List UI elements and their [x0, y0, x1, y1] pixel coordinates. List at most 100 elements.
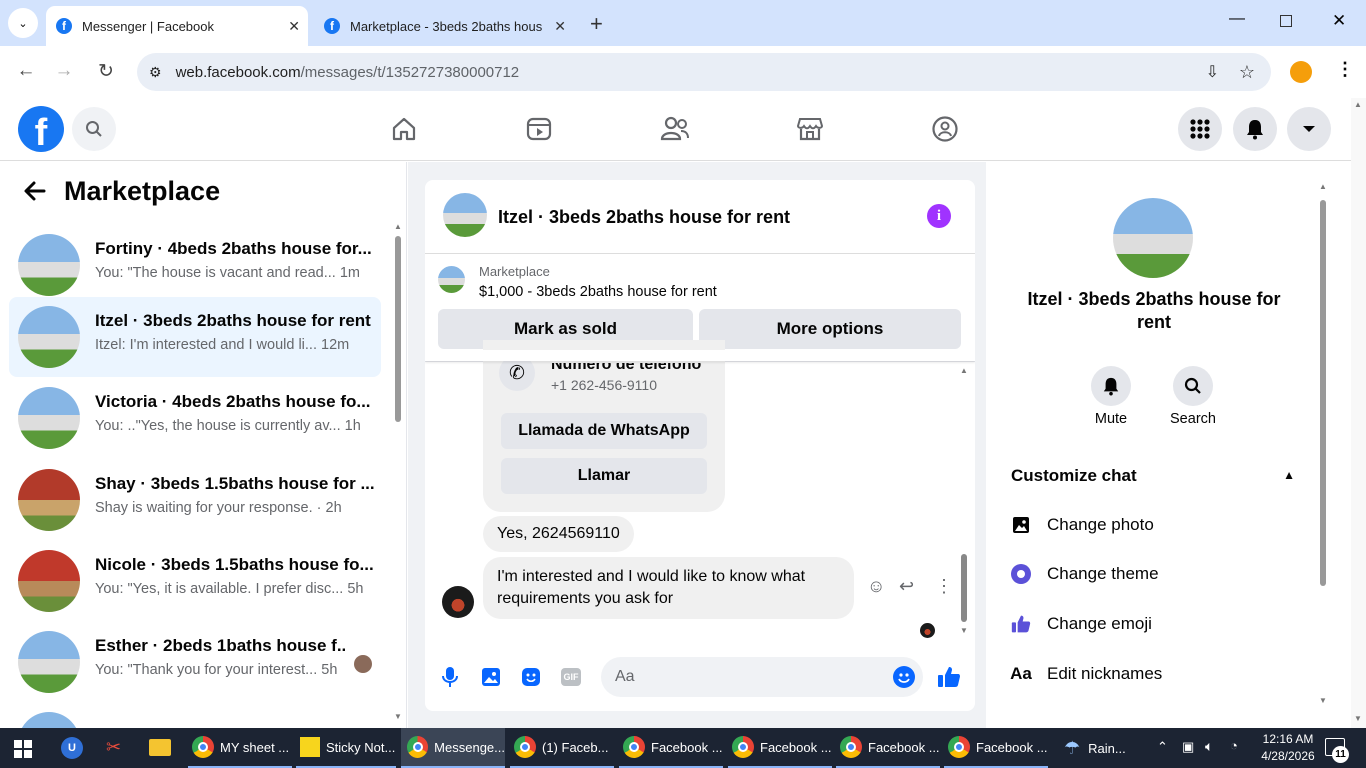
windows-start-icon[interactable] [14, 740, 32, 758]
message-more-icon[interactable]: ⋮ [935, 576, 953, 597]
scroll-up-arrow[interactable]: ▲ [1354, 100, 1362, 109]
snipping-tool-icon[interactable]: ✂ [106, 737, 121, 758]
chat-scrollbar[interactable]: ▲ ▼ [958, 366, 970, 638]
change-theme-item[interactable]: Change theme [1011, 564, 1159, 584]
bookmark-star-icon[interactable]: ☆ [1239, 62, 1255, 83]
customize-chat-header[interactable]: Customize chat ▲ [1011, 466, 1301, 486]
video-icon[interactable] [525, 115, 553, 148]
scroll-up-arrow[interactable]: ▲ [960, 366, 968, 375]
taskbar-chrome-item[interactable]: Facebook ... [836, 728, 940, 768]
conversation-item[interactable]: Fortiny · 4beds 2baths house for... You:… [9, 225, 381, 305]
menu-grid-icon[interactable] [1178, 107, 1222, 151]
change-emoji-item[interactable]: Change emoji [1011, 614, 1152, 634]
reply-icon[interactable]: ↩ [899, 576, 914, 597]
weather-widget[interactable]: ☂ Rain... [1064, 728, 1126, 768]
gif-icon[interactable]: GIF [561, 668, 581, 686]
install-app-icon[interactable]: ⇩ [1206, 62, 1219, 82]
change-photo-item[interactable]: Change photo [1011, 515, 1154, 535]
home-icon[interactable] [390, 115, 418, 148]
restore-icon[interactable] [1280, 15, 1292, 27]
page-scrollbar[interactable]: ▲ ▼ [1351, 98, 1366, 728]
clock-time[interactable]: 12:16 AM [1257, 732, 1319, 746]
tray-chevron-up-icon[interactable]: ⌃ [1157, 739, 1168, 755]
scrollbar-thumb[interactable] [961, 554, 967, 622]
conversation-item[interactable]: Shay · 3beds 1.5baths house for ... Shay… [9, 460, 381, 540]
scroll-down-arrow[interactable]: ▼ [960, 626, 968, 635]
notifications-bell-icon[interactable] [1233, 107, 1277, 151]
header-mask [425, 350, 975, 361]
message-bubble[interactable]: Yes, 2624569110 [483, 516, 634, 552]
url-field[interactable]: ⚙ web.facebook.com /messages/t/135272738… [137, 53, 1271, 91]
close-tab-icon[interactable]: ✕ [288, 18, 300, 35]
clock-date[interactable]: 4/28/2026 [1257, 749, 1319, 763]
details-scrollbar[interactable]: ▲ ▼ [1317, 182, 1329, 708]
taskbar-sticky-notes-item[interactable]: Sticky Not... [296, 728, 396, 768]
whatsapp-call-button[interactable]: Llamada de WhatsApp [501, 413, 707, 449]
more-options-button[interactable]: More options [699, 309, 961, 349]
scroll-down-arrow[interactable]: ▼ [1319, 696, 1327, 705]
tab-marketplace[interactable]: f Marketplace - 3beds 2baths house ✕ [314, 6, 574, 46]
chat-title[interactable]: Itzel · 3beds 2baths house for rent [498, 207, 790, 228]
search-in-chat-button[interactable] [1173, 366, 1213, 406]
facebook-logo-icon[interactable]: f [18, 106, 64, 154]
reload-icon[interactable]: ↻ [94, 60, 118, 83]
taskbar-chrome-item-active[interactable]: Messenge... [401, 728, 505, 768]
microphone-icon[interactable] [441, 666, 459, 693]
taskbar-chrome-item[interactable]: (1) Faceb... [510, 728, 614, 768]
conversation-item[interactable]: Nicole · 3beds 1.5baths house fo... You:… [9, 541, 381, 621]
account-menu-icon[interactable] [1287, 107, 1331, 151]
groups-icon[interactable] [931, 115, 959, 148]
back-icon[interactable]: ← [14, 60, 38, 82]
scroll-down-arrow[interactable]: ▼ [1354, 714, 1362, 723]
scrollbar-thumb[interactable] [395, 236, 401, 422]
message-bubble[interactable]: I'm interested and I would like to know … [483, 557, 854, 619]
tray-device-icon[interactable]: ▣ [1182, 739, 1194, 755]
edit-nicknames-item[interactable]: Aa Edit nicknames [1010, 664, 1162, 684]
volume-icon[interactable]: 🔈︎ [1205, 738, 1213, 755]
scroll-up-arrow[interactable]: ▲ [394, 222, 402, 231]
close-window-icon[interactable]: ✕ [1332, 11, 1346, 31]
scrollbar-thumb[interactable] [1320, 200, 1326, 586]
tab-messenger[interactable]: f Messenger | Facebook ✕ [46, 6, 308, 46]
file-explorer-icon[interactable] [149, 739, 171, 756]
details-avatar[interactable] [1113, 198, 1193, 278]
message-input[interactable]: Aa [601, 657, 923, 697]
chat-avatar[interactable] [443, 193, 487, 237]
emoji-icon[interactable] [893, 666, 915, 688]
sender-avatar[interactable] [442, 586, 474, 618]
like-thumb-icon[interactable] [937, 665, 961, 694]
scroll-up-arrow[interactable]: ▲ [1319, 182, 1327, 191]
taskbar-chrome-item[interactable]: MY sheet ... [188, 728, 292, 768]
photo-icon[interactable] [481, 667, 501, 692]
security-app-icon[interactable]: U [61, 737, 83, 759]
site-info-icon[interactable]: ⚙ [149, 64, 162, 81]
taskbar-chrome-item[interactable]: Facebook ... [944, 728, 1048, 768]
friends-icon[interactable] [660, 115, 690, 148]
conversation-item[interactable]: Esther · 2beds 1baths house f... You: "T… [9, 622, 381, 702]
call-button[interactable]: Llamar [501, 458, 707, 494]
back-arrow-icon[interactable] [22, 178, 48, 209]
minimize-icon[interactable]: — [1229, 10, 1245, 28]
conversation-item-selected[interactable]: Itzel · 3beds 2baths house for rent Itze… [9, 297, 381, 377]
taskbar-chrome-item[interactable]: Facebook ... [619, 728, 723, 768]
sticker-icon[interactable] [521, 667, 541, 692]
forward-icon[interactable]: → [52, 60, 76, 82]
message-input-placeholder: Aa [615, 668, 635, 685]
marketplace-icon[interactable] [796, 115, 824, 148]
info-icon[interactable]: i [927, 204, 951, 228]
conversation-item[interactable]: Victoria · 4beds 2baths house fo... You:… [9, 378, 381, 458]
scroll-down-arrow[interactable]: ▼ [394, 712, 402, 721]
browser-menu-icon[interactable]: ⋮ [1336, 59, 1354, 80]
taskbar-chrome-item[interactable]: Facebook ... [728, 728, 832, 768]
network-icon[interactable]: ◔ [1230, 738, 1238, 753]
scrollbar-track[interactable]: ▲ ▼ [392, 222, 404, 722]
listing-title[interactable]: $1,000 - 3beds 2baths house for rent [479, 284, 717, 300]
mute-button[interactable] [1091, 366, 1131, 406]
profile-avatar[interactable] [1290, 61, 1312, 83]
react-emoji-icon[interactable]: ☺ [867, 576, 885, 597]
close-tab-icon[interactable]: ✕ [554, 18, 566, 35]
search-icon[interactable] [72, 107, 116, 151]
new-tab-button[interactable]: + [590, 11, 603, 37]
tab-search-button[interactable]: ⌄ [8, 8, 38, 38]
conversation-item-partial[interactable] [9, 703, 381, 728]
